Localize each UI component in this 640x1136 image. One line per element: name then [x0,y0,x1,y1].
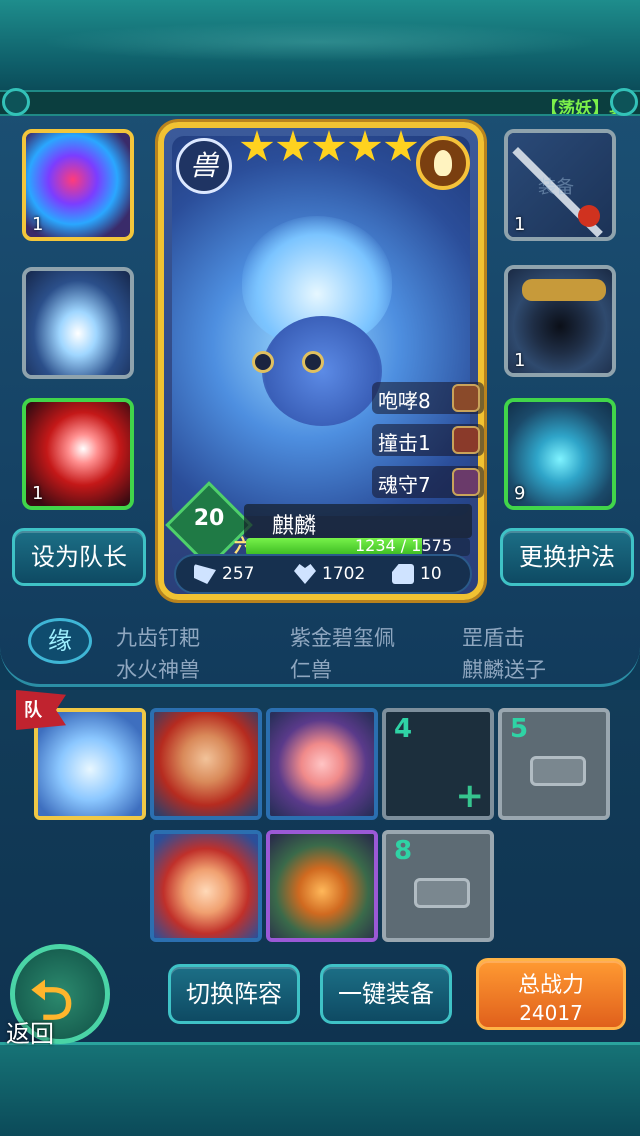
gourd-icon[interactable] [416,136,470,190]
slot-hint-label: 装备 [538,177,574,198]
item-count: 1 [514,214,526,235]
equip-slot-left-2[interactable] [22,267,134,379]
equip-slot-right-2[interactable]: 1 [504,265,616,377]
equip-slot-left-3[interactable]: 1 [22,398,134,510]
hero-avatar [270,834,374,938]
change-guardian-button[interactable]: 更换护法 [500,528,634,586]
skill-1[interactable]: 咆哮8 [372,382,484,414]
team-slot-6[interactable] [150,830,262,942]
top-banner [0,0,640,92]
hero-avatar [154,834,258,938]
defense-value: 10 [420,564,442,584]
team-slot-2[interactable] [150,708,262,820]
fate-item[interactable]: 仁兽 [290,654,332,684]
item-count: 1 [32,214,44,235]
equip-slot-right-1[interactable]: 装备 1 [504,129,616,241]
ornament-icon [610,88,638,116]
team-slot-3[interactable] [266,708,378,820]
item-count: 1 [514,350,526,371]
item-count: 1 [32,483,44,504]
fate-item[interactable]: 麒麟送子 [462,654,546,684]
pet-card[interactable]: 兽 咆哮8 撞击1 魂守7 20 六 麒麟 1234 / 1575 257 17… [158,122,484,600]
lock-icon [414,878,470,908]
equip-slot-left-1[interactable]: 1 [22,129,134,241]
total-power-button[interactable]: 总战力 24017 [476,958,626,1030]
item-count: 9 [514,483,526,504]
exp-text: 1234 / 1575 [355,536,452,555]
team-slot-8[interactable]: 8 [382,830,494,942]
qilin-portrait [172,136,470,516]
total-power-label: 总战力 [517,973,584,998]
slot-number: 4 [394,714,413,744]
skill-3[interactable]: 魂守7 [372,466,484,498]
strike-skill-icon [452,426,480,454]
roar-skill-icon [452,384,480,412]
team-slot-7[interactable] [266,830,378,942]
level-value: 20 [193,506,225,531]
hp-value: 1702 [322,564,366,584]
fate-item[interactable]: 紫金碧玺佩 [290,622,395,652]
slot-number: 8 [394,836,413,866]
skill-name: 魂守7 [378,473,431,497]
slot-number: 5 [510,714,529,744]
equip-slot-right-3[interactable]: 9 [504,398,616,510]
one-click-equip-button[interactable]: 一键装备 [320,964,452,1024]
total-power-value: 24017 [519,1001,583,1025]
fate-item[interactable]: 水火神兽 [116,654,200,684]
soul-guard-skill-icon [452,468,480,496]
plus-icon: + [455,776,485,816]
bottom-bar [0,1042,640,1136]
back-label: 返回 [6,1020,54,1048]
fate-item[interactable]: 九齿钉耙 [116,622,200,652]
news-ticker: 【荡妖】真 [0,90,640,116]
beast-class-badge: 兽 [176,138,232,194]
team-slot-5[interactable]: 5 [498,708,610,820]
fate-emblem: 缘 [28,618,92,664]
lock-icon [530,756,586,786]
attack-value: 257 [222,564,255,584]
skill-name: 撞击1 [378,431,431,455]
switch-lineup-button[interactable]: 切换阵容 [168,964,300,1024]
lightning-charm-icon [26,271,130,375]
skill-name: 咆哮8 [378,389,431,413]
hero-avatar [154,712,258,816]
ornament-icon [2,88,30,116]
qilin-avatar [38,712,142,816]
team-slot-4[interactable]: 4 + [382,708,494,820]
set-leader-button[interactable]: 设为队长 [12,528,146,586]
fate-item[interactable]: 罡盾击 [462,622,525,652]
skill-2[interactable]: 撞击1 [372,424,484,456]
hero-avatar [270,712,374,816]
